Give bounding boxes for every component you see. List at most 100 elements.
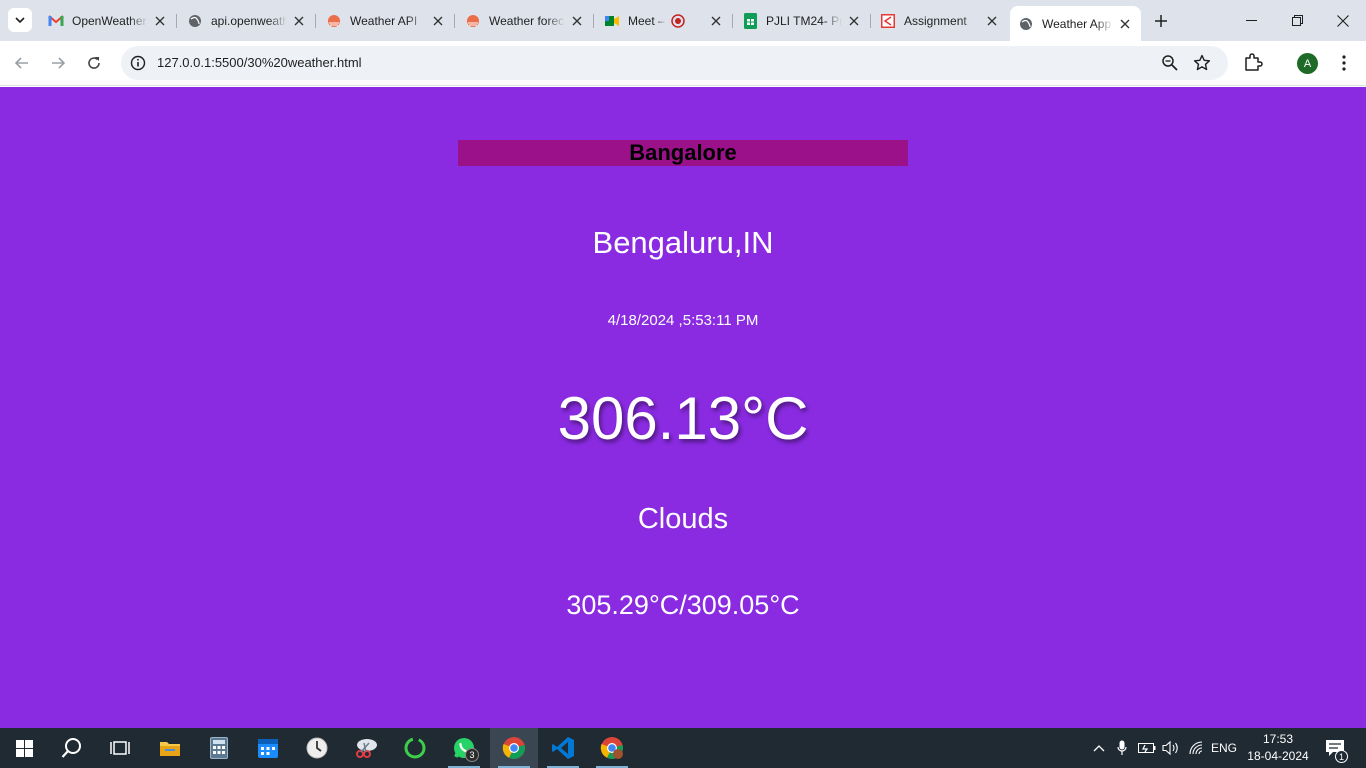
info-icon[interactable] <box>129 54 147 72</box>
arrow-right-icon <box>52 57 66 69</box>
tab-openweather[interactable]: OpenWeather <box>48 8 168 33</box>
chrome-profile-button[interactable] <box>588 728 636 768</box>
tab-divider <box>593 14 594 28</box>
gmail-icon <box>48 13 64 29</box>
tab-search-button[interactable] <box>8 8 32 32</box>
snipping-tool-icon <box>356 739 377 758</box>
zoom-icon[interactable] <box>1161 54 1181 74</box>
city-search-input[interactable] <box>458 140 908 166</box>
tab-title: Weather App <box>1042 16 1112 31</box>
openweather-icon <box>465 13 481 29</box>
plus-icon <box>1155 15 1167 27</box>
browser-toolbar: 127.0.0.1:5500/30%20weather.html A <box>0 41 1366 86</box>
address-bar[interactable]: 127.0.0.1:5500/30%20weather.html <box>121 46 1228 80</box>
refresh-app-icon <box>404 737 426 759</box>
snipping-tool-button[interactable] <box>342 728 390 768</box>
url-text[interactable]: 127.0.0.1:5500/30%20weather.html <box>157 55 362 70</box>
calculator-button[interactable] <box>195 728 243 768</box>
battery-tray[interactable] <box>1136 728 1158 768</box>
reload-button[interactable] <box>81 50 107 76</box>
back-button[interactable] <box>9 50 35 76</box>
close-icon[interactable] <box>1117 16 1133 32</box>
sync-app-button[interactable] <box>391 728 439 768</box>
clock-time: 17:53 <box>1262 732 1294 746</box>
windows-taskbar: 3 ENG 17:53 18-04-2024 1 <box>0 728 1366 768</box>
tab-title: Weather forecast <box>489 13 565 28</box>
globe-icon <box>1018 16 1034 32</box>
weather-condition: Clouds <box>637 503 729 535</box>
taskbar-search-button[interactable] <box>48 728 96 768</box>
task-view-icon <box>110 741 130 755</box>
sheets-icon <box>742 12 758 29</box>
recording-icon <box>670 13 686 29</box>
system-clock[interactable]: 17:53 18-04-2024 <box>1240 731 1316 765</box>
tab-meet[interactable]: Meet – now <box>604 8 724 33</box>
tab-weather-api[interactable]: Weather API <box>326 8 446 33</box>
assignment-icon <box>880 13 896 29</box>
start-button[interactable] <box>0 728 48 768</box>
tab-title: api.openweathermap.org <box>211 13 287 28</box>
close-icon[interactable] <box>984 13 1000 29</box>
volume-tray[interactable] <box>1160 728 1182 768</box>
close-icon[interactable] <box>569 13 585 29</box>
date-time: 4/18/2024 ,5:53:11 PM <box>607 312 759 329</box>
action-center-button[interactable]: 1 <box>1318 728 1352 768</box>
whatsapp-badge: 3 <box>465 748 479 762</box>
min-max-temperature: 305.29°C/309.05°C <box>566 590 800 620</box>
windows-start-icon <box>15 739 33 757</box>
tab-assignment[interactable]: Assignment <box>880 8 1000 33</box>
tab-weather-app[interactable]: Weather App <box>1010 6 1141 41</box>
tab-divider <box>176 14 177 28</box>
forward-button[interactable] <box>45 50 71 76</box>
vscode-button[interactable] <box>539 728 587 768</box>
clock-date: 18-04-2024 <box>1247 749 1309 763</box>
notification-count: 1 <box>1335 750 1348 763</box>
vscode-icon <box>552 737 574 759</box>
tab-pjli-project[interactable]: PJLI TM24- Project <box>742 8 862 33</box>
close-icon[interactable] <box>430 13 446 29</box>
chevron-down-icon <box>15 17 25 24</box>
chrome-button[interactable] <box>490 728 538 768</box>
input-language[interactable]: ENG <box>1208 728 1240 768</box>
chrome-profile-icon <box>600 737 623 759</box>
microphone-tray[interactable] <box>1112 728 1132 768</box>
battery-charging-icon <box>1138 743 1156 753</box>
reload-icon <box>88 57 100 69</box>
task-view-button[interactable] <box>96 728 144 768</box>
network-tray[interactable] <box>1185 728 1207 768</box>
speaker-icon <box>1162 740 1178 756</box>
clock-icon <box>306 737 328 759</box>
close-icon[interactable] <box>846 13 862 29</box>
bookmark-star-icon[interactable] <box>1193 54 1213 74</box>
tab-divider <box>870 14 871 28</box>
close-window-button[interactable] <box>1320 0 1366 41</box>
minimize-icon <box>1245 20 1257 21</box>
profile-avatar[interactable]: A <box>1297 53 1318 74</box>
search-icon <box>61 738 81 758</box>
minimize-button[interactable] <box>1228 0 1274 41</box>
tab-divider <box>315 14 316 28</box>
tab-title: PJLI TM24- Project <box>766 13 842 28</box>
tab-divider <box>732 14 733 28</box>
clock-app-button[interactable] <box>293 728 341 768</box>
extensions-puzzle-icon[interactable] <box>1243 52 1265 74</box>
chevron-up-icon <box>1093 745 1105 752</box>
restore-icon <box>1291 15 1303 26</box>
tab-api-openweathermap[interactable]: api.openweathermap.org <box>187 8 307 33</box>
close-icon[interactable] <box>152 13 168 29</box>
close-icon[interactable] <box>708 13 724 29</box>
show-hidden-icons[interactable] <box>1088 728 1110 768</box>
file-explorer-button[interactable] <box>146 728 194 768</box>
weather-app-page: Bengaluru,IN 4/18/2024 ,5:53:11 PM 306.1… <box>0 87 1366 728</box>
tab-title: OpenWeather <box>72 13 147 28</box>
new-tab-button[interactable] <box>1150 10 1172 32</box>
calendar-icon <box>258 739 278 758</box>
whatsapp-button[interactable]: 3 <box>440 728 488 768</box>
calculator-icon <box>210 737 228 759</box>
close-icon[interactable] <box>291 13 307 29</box>
restore-button[interactable] <box>1274 0 1320 41</box>
calendar-button[interactable] <box>244 728 292 768</box>
tab-weather-forecast[interactable]: Weather forecast <box>465 8 585 33</box>
close-icon <box>1337 14 1349 27</box>
more-menu-icon[interactable] <box>1334 53 1354 73</box>
